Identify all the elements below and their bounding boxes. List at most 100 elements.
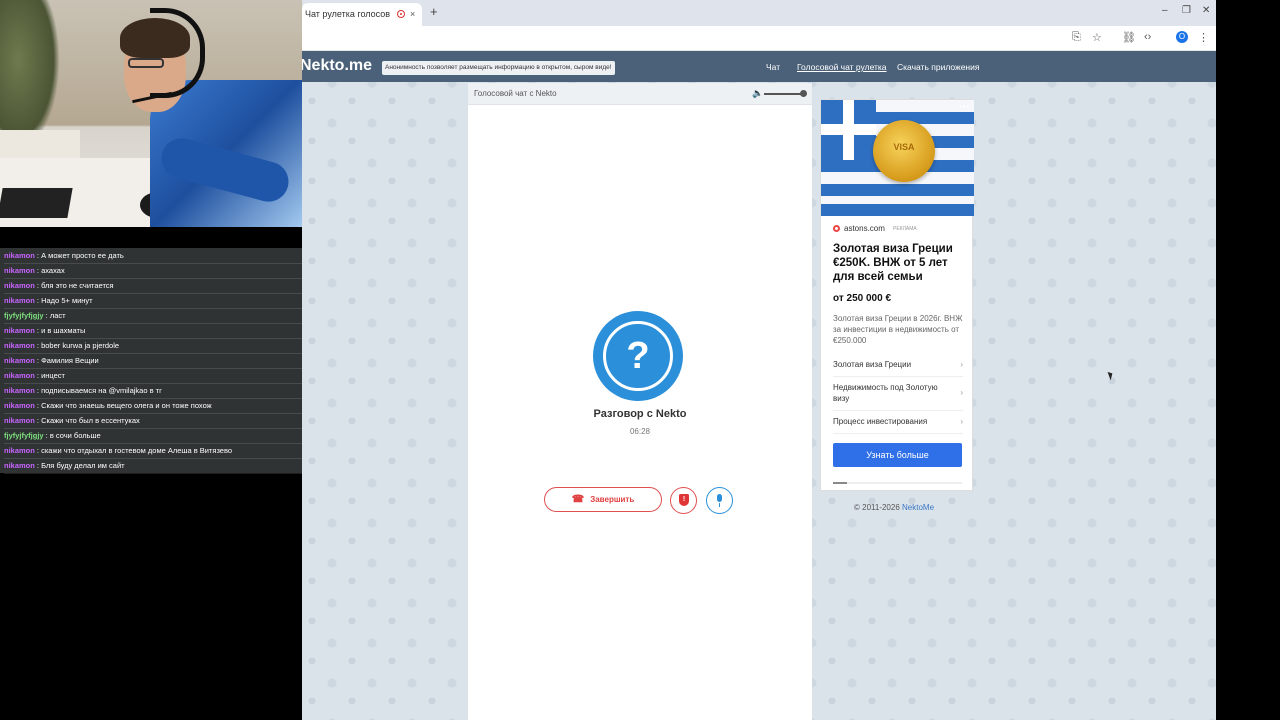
tab-active[interactable]: Чат рулетка голосов × xyxy=(302,3,422,26)
learn-more-button[interactable]: Узнать больше xyxy=(833,443,962,467)
chat-text: : подписываемся на @vmilajkao в тг xyxy=(34,386,162,395)
chat-text: : в сочи больше xyxy=(43,431,101,440)
chevron-right-icon: › xyxy=(960,360,963,369)
chat-message: nikamon : инцест xyxy=(4,368,302,384)
chat-title: Голосовой чат с Nekto xyxy=(474,89,557,98)
webcam-plant xyxy=(0,0,60,150)
site-logo[interactable]: Nekto.me xyxy=(300,57,372,75)
chat-message: nikamon : и в шахматы xyxy=(4,323,302,339)
chat-username: nikamon xyxy=(4,251,35,260)
voice-chat-panel: Голосовой чат с Nekto 🔈 ? Разговор с Nek… xyxy=(468,83,812,720)
flag-stripe xyxy=(821,184,974,196)
nav-voice-chat[interactable]: Голосовой чат рулетка xyxy=(797,62,887,72)
chat-text: : А может просто ее дать xyxy=(34,251,124,260)
chat-username: nikamon xyxy=(4,356,35,365)
chat-message: nikamon : bober kurwa ja pjerdole xyxy=(4,338,302,354)
partner-avatar: ? xyxy=(593,311,683,401)
new-tab-button[interactable]: + xyxy=(430,4,438,19)
microphone-stand xyxy=(719,503,720,507)
chat-text: : Бля буду делал им сайт xyxy=(34,461,125,470)
hang-up-icon: ☎ xyxy=(571,494,585,505)
chat-text: : bober kurwa ja pjerdole xyxy=(34,341,120,350)
visa-seal: VISA xyxy=(873,120,935,182)
restore-icon[interactable]: ❐ xyxy=(1182,5,1191,16)
chat-message: nikamon : Фамилия Вещии xyxy=(4,353,302,369)
copyright-text: © 2011-2026 xyxy=(854,503,903,512)
recording-icon xyxy=(397,10,405,18)
conversation-title: Разговор с Nekto xyxy=(593,408,687,420)
chat-message: fjyfyjfyfjgjy : в сочи больше xyxy=(4,428,302,444)
ad-link-golden-visa[interactable]: Золотая виза Греции › xyxy=(833,359,963,377)
end-call-label: Завершить xyxy=(590,495,635,504)
chat-message: nikamon : А может просто ее дать xyxy=(4,248,302,264)
chat-header: Голосовой чат с Nekto 🔈 xyxy=(468,83,812,105)
ad-source-name: astons.com xyxy=(844,224,885,233)
minimize-icon[interactable]: – xyxy=(1162,5,1168,16)
copyright-brand-link[interactable]: NektoMe xyxy=(902,503,934,512)
chat-text: : бля это не считается xyxy=(34,281,114,290)
advertisement[interactable]: VISA ••• astons.com РЕКЛАМА Золотая виза… xyxy=(820,99,974,491)
ad-progress-fill xyxy=(833,482,848,484)
ad-menu-icon[interactable]: ••• xyxy=(959,102,970,111)
chat-message: nikamon : Скажи что знаешь вещего олега … xyxy=(4,398,302,414)
menu-kebab-icon[interactable]: ⋮ xyxy=(1198,31,1209,44)
webcam-overlay xyxy=(0,0,302,227)
chat-username: nikamon xyxy=(4,416,35,425)
code-icon[interactable]: ‹› xyxy=(1144,31,1151,43)
webcam-keyboard xyxy=(0,188,73,218)
link-icon[interactable]: ⛓ xyxy=(1122,31,1136,44)
nav-chat[interactable]: Чат xyxy=(766,62,780,72)
install-icon[interactable]: ⎘ xyxy=(1072,31,1081,44)
ad-price: от 250 000 € xyxy=(833,293,892,304)
ad-title[interactable]: Золотая виза Греции €250K. ВНЖ от 5 лет … xyxy=(833,242,968,284)
volume-slider-knob[interactable] xyxy=(800,90,807,97)
browser-window: Чат рулетка голосов × + – ❐ ✕ ⎘ ☆ ⛓ ‹› ⋮… xyxy=(300,0,1216,720)
chat-username: nikamon xyxy=(4,266,35,275)
ad-source[interactable]: astons.com xyxy=(833,224,885,233)
tab-close-icon[interactable]: × xyxy=(410,3,415,25)
nav-download-apps[interactable]: Скачать приложения xyxy=(897,62,979,72)
chat-text: : Скажи что был в ессентуках xyxy=(34,416,140,425)
microphone-icon xyxy=(717,494,722,502)
chat-username: fjyfyjfyfjgjy xyxy=(4,311,44,320)
site-header: Nekto.me Анонимность позволяет размещать… xyxy=(300,51,1216,82)
ad-image[interactable]: VISA ••• xyxy=(821,100,974,216)
chat-message: nikamon : бля это не считается xyxy=(4,278,302,294)
profile-avatar[interactable]: O xyxy=(1176,31,1188,43)
volume-slider[interactable] xyxy=(764,93,804,95)
chat-message: nikamon : ахахах xyxy=(4,263,302,279)
overlay-gap xyxy=(0,227,64,248)
ad-link-label: Золотая виза Греции xyxy=(833,360,912,369)
ad-link-real-estate[interactable]: Недвижимость под Золотую визу › xyxy=(833,382,963,411)
report-button[interactable]: ! xyxy=(670,487,697,514)
end-call-button[interactable]: ☎ Завершить xyxy=(544,487,662,512)
chat-message: nikamon : Надо 5+ минут xyxy=(4,293,302,309)
webcam-glasses xyxy=(128,58,164,68)
flag-stripe xyxy=(821,204,974,216)
nekto-page: Nekto.me Анонимность позволяет размещать… xyxy=(300,51,1216,720)
chat-username: nikamon xyxy=(4,326,35,335)
chat-text: : Скажи что знаешь вещего олега и он тож… xyxy=(34,401,212,410)
tab-title: Чат рулетка голосов xyxy=(305,9,390,19)
call-timer: 06:28 xyxy=(629,427,651,436)
chat-username: nikamon xyxy=(4,386,35,395)
chat-message: nikamon : скажи что отдыхал в гостевом д… xyxy=(4,443,302,459)
flag-cross xyxy=(821,100,876,160)
bookmark-star-icon[interactable]: ☆ xyxy=(1092,31,1102,44)
volume-icon[interactable]: 🔈 xyxy=(752,88,763,99)
stream-chat-overlay: nikamon : А может просто ее дать nikamon … xyxy=(0,248,302,474)
chevron-right-icon: › xyxy=(960,388,963,397)
ad-link-investment-process[interactable]: Процесс инвестирования › xyxy=(833,416,963,434)
chat-username: nikamon xyxy=(4,281,35,290)
chat-message: fjyfyjfyfjgjy : ласт xyxy=(4,308,302,324)
microphone-button[interactable] xyxy=(706,487,733,514)
chat-username: fjyfyjfyfjgjy xyxy=(4,431,44,440)
chat-message: nikamon : Скажи что был в ессентуках xyxy=(4,413,302,429)
copyright: © 2011-2026 NektoMe xyxy=(854,503,934,512)
close-window-icon[interactable]: ✕ xyxy=(1202,5,1210,16)
ad-description: Золотая виза Греции в 2026г. ВНЖ за инве… xyxy=(833,314,963,345)
ad-link-label: Процесс инвестирования xyxy=(833,417,928,426)
toolbar: ⎘ ☆ ⛓ ‹› ⋮ xyxy=(302,26,1216,51)
chevron-right-icon: › xyxy=(960,417,963,426)
chat-message: nikamon : подписываемся на @vmilajkao в … xyxy=(4,383,302,399)
